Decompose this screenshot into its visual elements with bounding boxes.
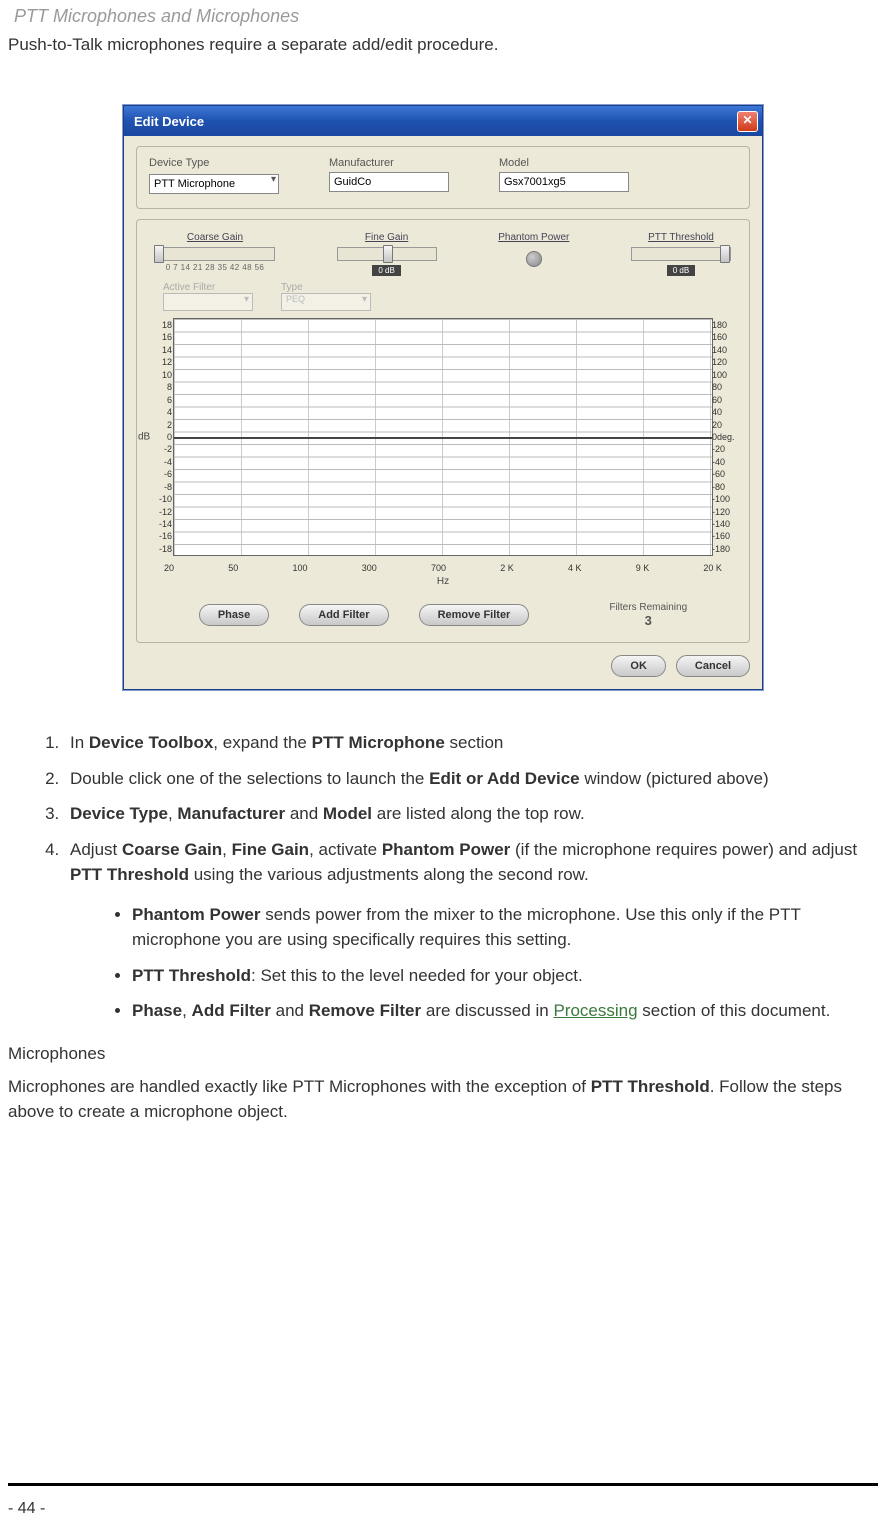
filter-type-label: Type	[281, 282, 371, 293]
window-title: Edit Device	[134, 114, 204, 129]
controls-panel: Coarse Gain 0 7 14 21 28 35 42 48 56 Fin…	[136, 219, 750, 643]
active-filter-select	[163, 293, 253, 311]
window-titlebar: Edit Device ✕	[124, 106, 762, 136]
model-label: Model	[499, 157, 629, 169]
ptt-threshold-slider[interactable]	[631, 247, 731, 261]
microphones-paragraph: Microphones are handled exactly like PTT…	[0, 1074, 886, 1125]
sub-phase: Phase, Add Filter and Remove Filter are …	[132, 998, 874, 1024]
y-axis-left: 181614121086420-2-4-6-8-10-12-14-16-18	[150, 319, 172, 555]
device-type-label: Device Type	[149, 157, 279, 169]
coarse-gain-slider[interactable]	[155, 247, 275, 261]
sub-phantom: Phantom Power sends power from the mixer…	[132, 902, 874, 953]
fine-gain-group: Fine Gain 0 dB	[337, 232, 437, 276]
filter-type-select: PEQ	[281, 293, 371, 311]
graph-midline	[174, 437, 712, 439]
fine-gain-value: 0 dB	[372, 265, 400, 276]
remove-filter-button[interactable]: Remove Filter	[419, 604, 530, 626]
active-filter-label: Active Filter	[163, 282, 253, 293]
coarse-gain-group: Coarse Gain 0 7 14 21 28 35 42 48 56	[155, 232, 275, 276]
filter-selectors-disabled: Active Filter Type PEQ	[163, 282, 737, 314]
device-type-select[interactable]	[149, 174, 279, 194]
coarse-gain-scale: 0 7 14 21 28 35 42 48 56	[166, 263, 265, 272]
phantom-power-group: Phantom Power	[498, 232, 569, 276]
coarse-gain-label: Coarse Gain	[187, 232, 243, 243]
screenshot-container: Edit Device ✕ Device Type Manufacturer M…	[0, 75, 886, 700]
phase-button[interactable]: Phase	[199, 604, 269, 626]
ok-button[interactable]: OK	[611, 655, 666, 677]
ptt-threshold-label: PTT Threshold	[648, 232, 714, 243]
x-axis-unit: Hz	[437, 576, 449, 587]
manufacturer-label: Manufacturer	[329, 157, 449, 169]
edit-device-window: Edit Device ✕ Device Type Manufacturer M…	[123, 105, 763, 690]
sub-ptt: PTT Threshold: Set this to the level nee…	[132, 963, 874, 989]
fine-gain-label: Fine Gain	[365, 232, 408, 243]
device-info-panel: Device Type Manufacturer Model	[136, 146, 750, 209]
footer-divider	[8, 1483, 878, 1486]
ptt-threshold-value: 0 dB	[667, 265, 695, 276]
filters-remaining: Filters Remaining 3	[609, 602, 687, 628]
cancel-button[interactable]: Cancel	[676, 655, 750, 677]
phantom-power-label: Phantom Power	[498, 232, 569, 243]
sub-list: Phantom Power sends power from the mixer…	[70, 902, 874, 1024]
page-header: PTT Microphones and Microphones	[0, 0, 886, 35]
phantom-power-toggle[interactable]	[526, 251, 542, 267]
intro-text: Push-to-Talk microphones require a separ…	[0, 35, 886, 75]
model-input[interactable]	[499, 172, 629, 192]
y-axis-right: 180160140120100806040200deg.-20-40-60-80…	[712, 319, 742, 555]
step-2: Double click one of the selections to la…	[64, 766, 874, 792]
x-axis: 20501003007002 K4 K9 K20 K	[164, 563, 722, 573]
manufacturer-input[interactable]	[329, 172, 449, 192]
add-filter-button[interactable]: Add Filter	[299, 604, 388, 626]
step-3: Device Type, Manufacturer and Model are …	[64, 801, 874, 827]
close-icon[interactable]: ✕	[737, 111, 758, 132]
ptt-threshold-group: PTT Threshold 0 dB	[631, 232, 731, 276]
step-1: In Device Toolbox, expand the PTT Microp…	[64, 730, 874, 756]
step-4: Adjust Coarse Gain, Fine Gain, activate …	[64, 837, 874, 1024]
eq-graph[interactable]: dB 181614121086420-2-4-6-8-10-12-14-16-1…	[173, 318, 713, 556]
steps-list: In Device Toolbox, expand the PTT Microp…	[12, 730, 874, 1024]
page-number: - 44 -	[8, 1500, 45, 1518]
microphones-heading: Microphones	[0, 1044, 886, 1064]
processing-link[interactable]: Processing	[553, 1001, 637, 1020]
y-axis-unit: dB	[138, 432, 150, 443]
fine-gain-slider[interactable]	[337, 247, 437, 261]
